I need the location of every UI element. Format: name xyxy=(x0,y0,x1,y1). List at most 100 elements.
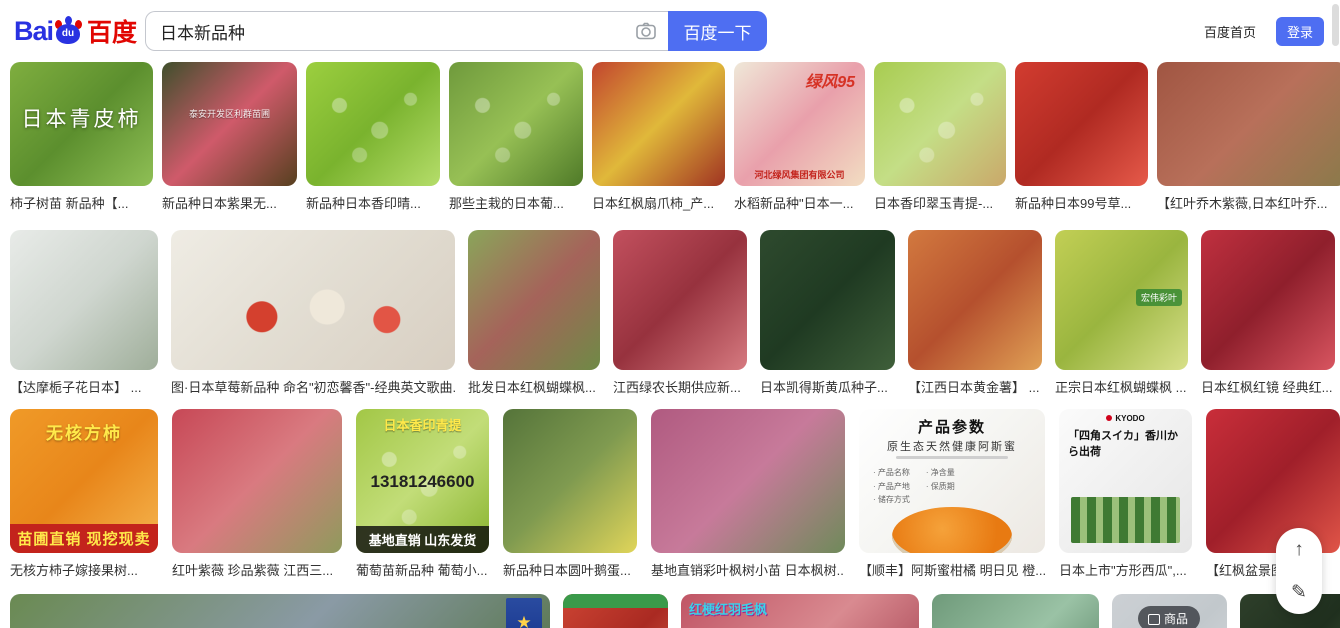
image-result[interactable]: 宏伟彩叶 xyxy=(1055,230,1188,370)
grape-texture xyxy=(306,62,440,186)
result-item: 产品参数原生态天然健康阿斯蜜 · 产品名称 · 净含量 · 产品产地 · 保质期 … xyxy=(859,409,1045,579)
result-item: 商品 xyxy=(1112,594,1227,628)
image-caption[interactable]: 日本香印翠玉青提-... xyxy=(874,193,1006,212)
result-item: 元旦曼 xyxy=(563,594,668,628)
image-caption[interactable]: 红叶紫薇 珍品紫薇 江西三... xyxy=(172,560,342,579)
result-item: 日本青皮柿柿子树苗 新品种【... xyxy=(10,62,153,212)
image-result[interactable] xyxy=(449,62,583,186)
floating-actions: ↑ ✎ xyxy=(1276,528,1322,614)
result-item: 泰安开发区利群苗圃新品种日本紫果无... xyxy=(162,62,297,212)
image-result[interactable]: 绿风95河北绿风集团有限公司 xyxy=(734,62,865,186)
search-button[interactable]: 百度一下 xyxy=(668,11,767,51)
result-item: 日本香印翠玉青提-... xyxy=(874,62,1006,212)
image-result[interactable]: 红梗红羽毛枫 xyxy=(681,594,919,628)
image-caption[interactable]: 批发日本红枫蝴蝶枫... xyxy=(468,377,600,396)
image-result[interactable]: 日本青皮柿 xyxy=(10,62,153,186)
watermark: 泰安开发区利群苗圃 xyxy=(162,107,297,120)
overlay-title: 日本香印青提 xyxy=(356,415,489,434)
image-caption[interactable]: 葡萄苗新品种 葡萄小... xyxy=(356,560,489,579)
result-item: 那些主栽的日本葡... xyxy=(449,62,583,212)
image-result[interactable] xyxy=(651,409,845,553)
image-caption[interactable]: 正宗日本红枫蝴蝶枫 ... xyxy=(1055,377,1188,396)
image-result[interactable]: 无核方柿苗圃直销 现挖现卖 xyxy=(10,409,158,553)
image-caption[interactable]: 日本红枫扇爪柿_产... xyxy=(592,193,725,212)
search-input[interactable] xyxy=(160,21,634,41)
result-item: 新品种日本99号草... xyxy=(1015,62,1148,212)
image-caption[interactable]: 日本凯得斯黄瓜种子... xyxy=(760,377,895,396)
image-caption[interactable]: 日本上市"方形西瓜",... xyxy=(1059,560,1192,579)
overlay-title: 无核方柿 xyxy=(10,419,158,444)
result-item: 【达摩栀子花日本】 ... xyxy=(10,230,158,396)
image-result[interactable]: 泰安开发区利群苗圃 xyxy=(162,62,297,186)
image-result[interactable] xyxy=(171,230,455,370)
image-result[interactable]: 日本香印青提13181246600基地直销 山东发货 xyxy=(356,409,489,553)
image-caption[interactable]: 江西绿农长期供应新... xyxy=(613,377,747,396)
image-result[interactable] xyxy=(874,62,1006,186)
feedback-pencil-button[interactable]: ✎ xyxy=(1279,575,1319,611)
image-caption[interactable]: 新品种日本香印晴... xyxy=(306,193,440,212)
image-result[interactable]: 商品 xyxy=(1112,594,1227,628)
card-subtitle: 原生态天然健康阿斯蜜 xyxy=(859,438,1045,454)
image-result[interactable]: KYODO「四角スイカ」香川から出荷 xyxy=(1059,409,1192,553)
image-caption[interactable]: 日本红枫红镜 经典红... xyxy=(1201,377,1335,396)
search-box xyxy=(145,11,668,51)
back-to-top-button[interactable]: ↑ xyxy=(1279,532,1319,568)
news-title: 「四角スイカ」香川から出荷 xyxy=(1068,427,1183,459)
result-item: 【江西日本黄金薯】 ... xyxy=(908,230,1042,396)
image-caption[interactable]: 【红叶乔木紫薇,日本红叶乔... xyxy=(1157,193,1340,212)
image-result[interactable] xyxy=(468,230,600,370)
search-bar: 百度一下 xyxy=(145,11,767,51)
image-result[interactable] xyxy=(908,230,1042,370)
image-result[interactable] xyxy=(172,409,342,553)
image-caption[interactable]: 【达摩栀子花日本】 ... xyxy=(10,377,158,396)
image-result[interactable] xyxy=(613,230,747,370)
image-result[interactable] xyxy=(1201,230,1335,370)
image-result[interactable] xyxy=(592,62,725,186)
image-caption[interactable]: 柿子树苗 新品种【... xyxy=(10,193,153,212)
image-result[interactable] xyxy=(932,594,1099,628)
image-caption[interactable]: 水稻新品种"日本一... xyxy=(734,193,865,212)
result-item xyxy=(932,594,1099,628)
image-caption[interactable]: 基地直销彩叶枫树小苗 日本枫树... xyxy=(651,560,845,579)
card-specs: · 产品名称 · 净含量 · 产品产地 · 保质期 · 储存方式 xyxy=(873,466,955,507)
baidu-home-link[interactable]: 百度首页 xyxy=(1204,22,1256,41)
flag: ★ xyxy=(506,598,542,628)
results-grid: 日本青皮柿柿子树苗 新品种【...泰安开发区利群苗圃新品种日本紫果无...新品种… xyxy=(0,62,1340,628)
login-button[interactable]: 登录 xyxy=(1276,17,1324,46)
result-row: 日本青皮柿柿子树苗 新品种【...泰安开发区利群苗圃新品种日本紫果无...新品种… xyxy=(10,62,1340,212)
image-result[interactable]: ★ xyxy=(10,594,550,628)
image-caption[interactable]: 新品种日本圆叶鹅蛋... xyxy=(503,560,637,579)
image-result[interactable]: 产品参数原生态天然健康阿斯蜜 · 产品名称 · 净含量 · 产品产地 · 保质期 … xyxy=(859,409,1045,553)
image-result[interactable] xyxy=(1206,409,1340,553)
image-caption[interactable]: 那些主栽的日本葡... xyxy=(449,193,583,212)
image-result[interactable] xyxy=(1157,62,1340,186)
image-result[interactable] xyxy=(306,62,440,186)
image-result[interactable] xyxy=(10,230,158,370)
grape-texture xyxy=(874,62,1006,186)
promo-banner: 苗圃直销 现挖现卖 xyxy=(10,524,158,553)
image-caption[interactable]: 无核方柿子嫁接果树... xyxy=(10,560,158,579)
image-result[interactable] xyxy=(503,409,637,553)
watermelon-photo xyxy=(1071,497,1180,543)
grape-texture xyxy=(449,62,583,186)
strawberry-texture xyxy=(171,230,455,370)
image-result[interactable] xyxy=(1015,62,1148,186)
image-result[interactable]: 元旦曼 xyxy=(563,594,668,628)
company-label: 河北绿风集团有限公司 xyxy=(734,168,865,181)
image-caption[interactable]: 【江西日本黄金薯】 ... xyxy=(908,377,1042,396)
image-result[interactable] xyxy=(760,230,895,370)
image-caption[interactable]: 新品种日本紫果无... xyxy=(162,193,297,212)
result-item: 日本红枫红镜 经典红... xyxy=(1201,230,1335,396)
baidu-logo[interactable]: Bai du 百度 xyxy=(14,13,137,49)
result-item: 基地直销彩叶枫树小苗 日本枫树... xyxy=(651,409,845,579)
card-title: 产品参数 xyxy=(859,416,1045,437)
image-caption[interactable]: 【顺丰】阿斯蜜柑橘 明日见 橙... xyxy=(859,560,1045,579)
image-caption[interactable]: 新品种日本99号草... xyxy=(1015,193,1148,212)
card-divider xyxy=(896,456,1008,459)
result-item: KYODO「四角スイカ」香川から出荷日本上市"方形西瓜",... xyxy=(1059,409,1192,579)
result-item: 新品种日本圆叶鹅蛋... xyxy=(503,409,637,579)
scrollbar-thumb[interactable] xyxy=(1332,4,1339,46)
result-item: 宏伟彩叶正宗日本红枫蝴蝶枫 ... xyxy=(1055,230,1188,396)
camera-icon[interactable] xyxy=(634,19,658,43)
image-caption[interactable]: 图·日本草莓新品种 命名"初恋馨香"-经典英文歌曲... xyxy=(171,377,455,396)
